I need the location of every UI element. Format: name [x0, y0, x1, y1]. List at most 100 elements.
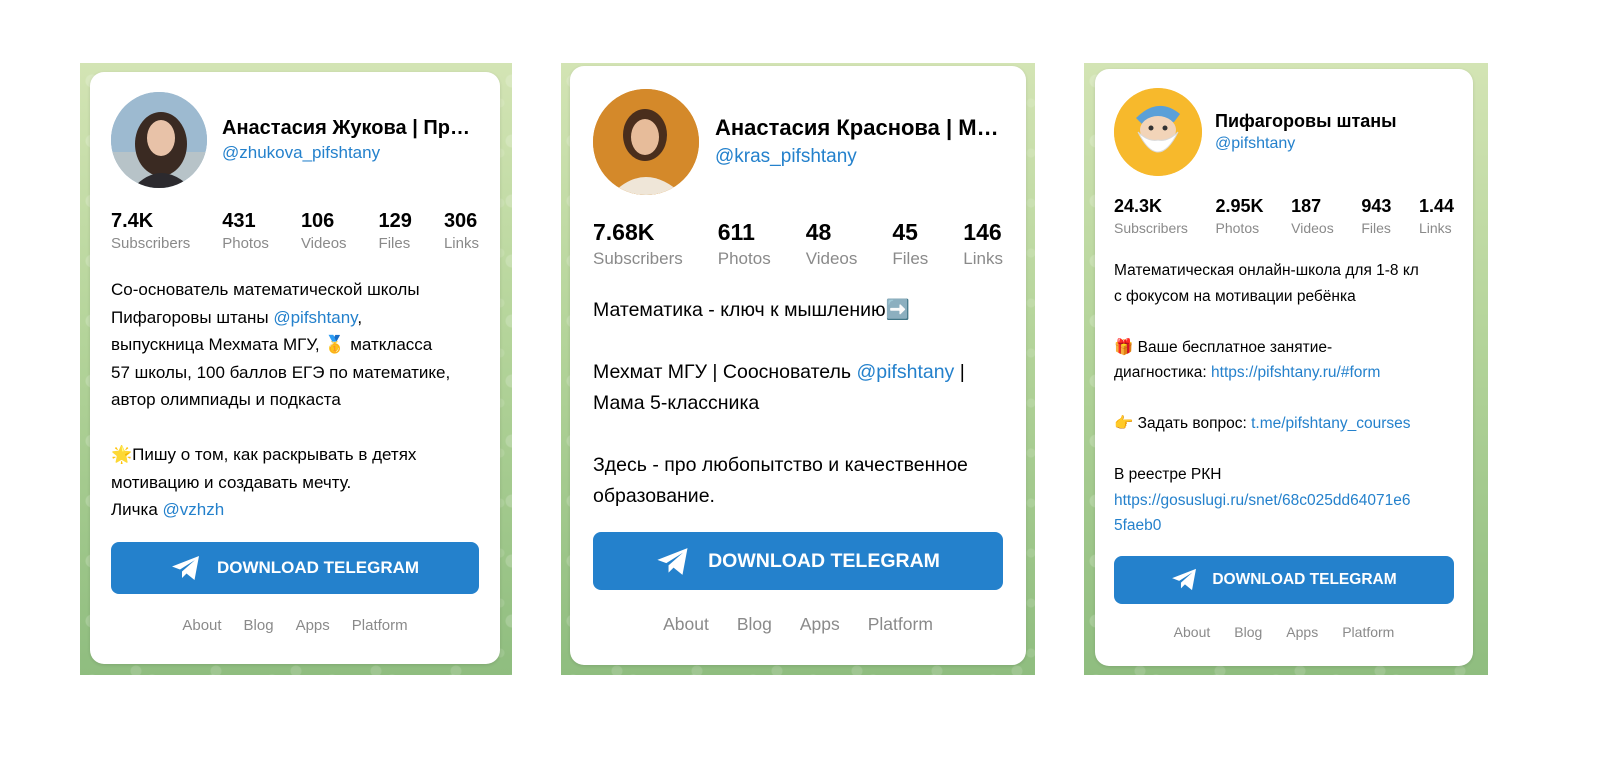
description-text: | [954, 361, 965, 383]
stat-label: Subscribers [111, 235, 191, 252]
stat-photos[interactable]: 611 Photos [718, 217, 771, 271]
mention-link[interactable]: @pifshtany [273, 308, 357, 327]
stat-photos[interactable]: 2.95K Photos [1216, 194, 1264, 238]
channel-username-link[interactable]: @kras_pifshtany [715, 143, 1003, 171]
stat-label: Links [963, 249, 1003, 268]
telegram-plane-icon [171, 555, 199, 580]
gosuslugi-link-continued[interactable]: 5faeb0 [1114, 513, 1454, 539]
stat-label: Links [1418, 220, 1452, 236]
footer-link-about[interactable]: About [1174, 624, 1211, 640]
stat-label: Photos [222, 235, 269, 252]
description-text: маткласса [345, 335, 433, 354]
footer-link-platform[interactable]: Platform [1342, 624, 1394, 640]
stat-subscribers[interactable]: 7.68K Subscribers [593, 217, 683, 271]
stat-value: 146 [963, 219, 1002, 245]
stat-videos[interactable]: 187 Videos [1291, 194, 1334, 238]
footer-link-platform[interactable]: Platform [868, 614, 933, 635]
mention-link[interactable]: @vzhzh [163, 500, 225, 519]
footer-link-apps[interactable]: Apps [800, 614, 840, 635]
star-icon: 🌟 [111, 445, 133, 464]
footer-link-blog[interactable]: Blog [1234, 624, 1262, 640]
stat-value: 45 [892, 219, 918, 245]
description-line: Здесь - про любопытство и качественное [593, 454, 968, 476]
profile-header: Анастасия Жукова | Про… @zhukova_pifshta… [111, 92, 479, 188]
stat-value: 1.44 [1418, 196, 1454, 216]
description-text: , [357, 307, 363, 327]
stat-links[interactable]: 1.44 Links [1419, 194, 1454, 238]
stat-value: 7.68K [593, 219, 655, 245]
stat-files[interactable]: 943 Files [1361, 194, 1391, 238]
description-text: Пишу о том, как раскрывать в детях [132, 445, 417, 464]
stat-videos[interactable]: 48 Videos [806, 217, 858, 271]
mention-link[interactable]: @pifshtany [856, 361, 954, 383]
profile-card-3: Пифагоровы штаны @pifshtany 24.3K Subscri… [1095, 69, 1473, 666]
pointing-hand-icon: 👉 [1114, 415, 1134, 432]
stat-subscribers[interactable]: 7.4K Subscribers [111, 208, 190, 254]
footer-link-apps[interactable]: Apps [1286, 624, 1318, 640]
stat-files[interactable]: 129 Files [379, 208, 412, 254]
avatar-photo-icon [111, 92, 207, 188]
profile-header: Анастасия Краснова | М… @kras_pifshtany [593, 89, 1003, 195]
description-line: Мама 5-классника [593, 392, 760, 414]
stats-row: 7.4K Subscribers 431 Photos 106 Videos 129 F… [111, 208, 479, 254]
footer-link-about[interactable]: About [663, 614, 709, 635]
description-line: Со-основатель математической школы [111, 280, 420, 299]
description-line: образование. [593, 485, 715, 507]
stat-label: Photos [717, 249, 771, 268]
stat-subscribers[interactable]: 24.3K Subscribers [1114, 194, 1188, 238]
description-line: Математическая онлайн-школа для 1-8 кл [1114, 262, 1419, 279]
download-telegram-button[interactable]: DOWNLOAD TELEGRAM [593, 532, 1003, 590]
stat-value: 2.95K [1215, 196, 1264, 216]
telegram-plane-icon [1172, 568, 1197, 591]
stat-files[interactable]: 45 Files [892, 217, 928, 271]
stat-value: 187 [1291, 196, 1322, 216]
stat-label: Subscribers [1114, 220, 1188, 236]
button-label: DOWNLOAD TELEGRAM [708, 549, 940, 572]
stat-label: Photos [1215, 220, 1260, 236]
channel-name: Пифагоровы штаны [1215, 111, 1397, 131]
stat-videos[interactable]: 106 Videos [301, 208, 347, 254]
footer-links: About Blog Apps Platform [1114, 624, 1454, 640]
form-link[interactable]: https://pifshtany.ru/#form [1211, 364, 1380, 381]
stat-photos[interactable]: 431 Photos [222, 208, 269, 254]
stat-label: Videos [300, 235, 347, 252]
description-text: Задать вопрос: [1133, 415, 1252, 432]
footer-link-blog[interactable]: Blog [737, 614, 772, 635]
download-telegram-button[interactable]: DOWNLOAD TELEGRAM [1114, 555, 1454, 604]
stat-value: 431 [222, 210, 256, 232]
avatar[interactable] [111, 92, 207, 188]
stat-links[interactable]: 306 Links [444, 208, 479, 254]
footer-link-apps[interactable]: Apps [296, 617, 330, 634]
stat-value: 48 [805, 219, 832, 245]
footer-link-about[interactable]: About [182, 617, 221, 634]
channel-username-link[interactable]: @zhukova_pifshtany [222, 141, 479, 165]
description-text: диагностика: [1114, 364, 1212, 381]
description-text: Мехмат МГУ | Сооснователь [593, 361, 857, 383]
profile-header: Пифагоровы штаны @pifshtany [1114, 88, 1454, 176]
stat-value: 943 [1361, 196, 1392, 216]
description-text: Личка [111, 500, 163, 519]
description-text: Математика - ключ к мышлению [593, 299, 886, 321]
stat-links[interactable]: 146 Links [963, 217, 1003, 271]
gosuslugi-link[interactable]: https://gosuslugi.ru/snet/68c025dd64071e… [1114, 488, 1454, 514]
description-line: автор олимпиады и подкаста [111, 390, 341, 409]
gift-icon: 🎁 [1114, 338, 1134, 356]
medal-icon: 🥇 [324, 335, 346, 354]
stat-label: Subscribers [593, 249, 683, 268]
footer-links: About Blog Apps Platform [593, 614, 1003, 635]
footer-link-platform[interactable]: Platform [352, 617, 408, 634]
courses-link[interactable]: t.me/pifshtany_courses [1251, 415, 1410, 432]
bearded-mascot-icon [1114, 88, 1202, 176]
button-label: DOWNLOAD TELEGRAM [216, 557, 420, 577]
avatar[interactable] [593, 89, 699, 195]
description-text: выпускница Мехмата МГУ, [111, 335, 325, 354]
stat-value: 306 [443, 210, 478, 232]
channel-username-link[interactable]: @pifshtany [1215, 133, 1454, 155]
download-telegram-button[interactable]: DOWNLOAD TELEGRAM [111, 541, 479, 594]
stat-label: Files [1361, 220, 1391, 236]
stats-row: 7.68K Subscribers 611 Photos 48 Videos 45 Fi… [593, 217, 1003, 271]
avatar[interactable] [1114, 88, 1202, 176]
footer-link-blog[interactable]: Blog [244, 617, 274, 634]
profile-card-2: Анастасия Краснова | М… @kras_pifshtany … [570, 66, 1026, 665]
stat-value: 611 [717, 219, 755, 245]
